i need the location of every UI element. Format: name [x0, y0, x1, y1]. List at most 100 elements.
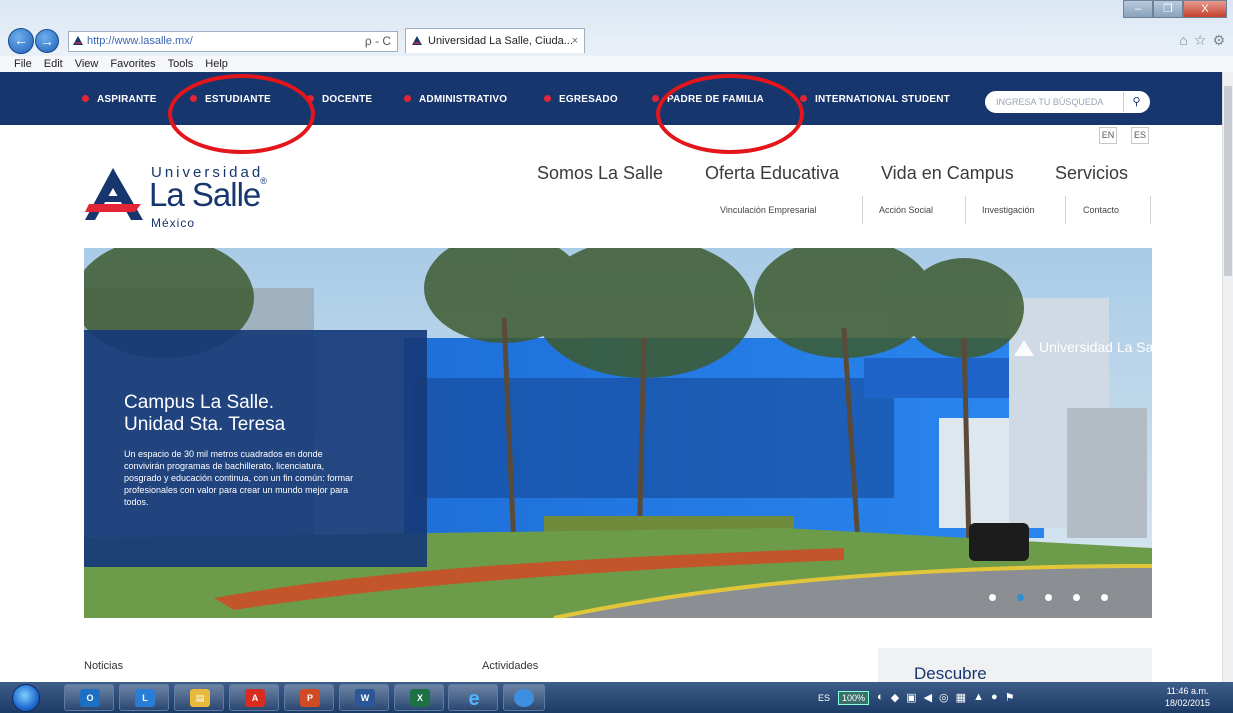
subnav-divider: [965, 196, 966, 224]
antivirus-icon[interactable]: ●: [991, 691, 998, 704]
taskbar-word[interactable]: W: [339, 684, 389, 711]
taskbar-powerpoint[interactable]: P: [284, 684, 334, 711]
bullet-icon: [190, 95, 197, 102]
acrobat-icon: A: [245, 689, 265, 707]
bullet-icon: [544, 95, 551, 102]
nav-padre-de-familia[interactable]: PADRE DE FAMILIA: [652, 94, 764, 105]
search-icon[interactable]: ⚲: [1123, 92, 1149, 112]
lasalle-logo-icon: [85, 168, 143, 220]
taskbar-acrobat[interactable]: A: [229, 684, 279, 711]
lasalle-logo[interactable]: Universidad La Salle® México: [85, 160, 290, 235]
nav-aspirante[interactable]: ASPIRANTE: [82, 94, 157, 105]
site-search-input[interactable]: INGRESA TU BÚSQUEDA ⚲: [985, 91, 1150, 113]
slider-dot[interactable]: [1017, 594, 1024, 601]
maximize-button[interactable]: ❐: [1153, 0, 1183, 18]
mainnav-vida-en-campus[interactable]: Vida en Campus: [881, 163, 1014, 184]
subnav-divider: [1065, 196, 1066, 224]
menu-file[interactable]: File: [14, 56, 32, 72]
shield-icon[interactable]: ◆: [891, 691, 899, 704]
mainnav-somos-la-salle[interactable]: Somos La Salle: [537, 163, 663, 184]
lasalle-favicon-icon: [412, 36, 422, 45]
scrollbar-thumb[interactable]: [1224, 86, 1232, 276]
menu-view[interactable]: View: [75, 56, 99, 72]
slider-dot[interactable]: [989, 594, 996, 601]
slider-dot[interactable]: [1073, 594, 1080, 601]
mainnav-oferta-educativa[interactable]: Oferta Educativa: [705, 163, 839, 184]
tab-title: Universidad La Salle, Ciuda...: [428, 35, 573, 47]
subnav-contacto[interactable]: Contacto: [1083, 196, 1119, 224]
section-actividades-title: Actividades: [482, 660, 539, 672]
nav-administrativo[interactable]: ADMINISTRATIVO: [404, 94, 507, 105]
display-icon[interactable]: ▦: [956, 691, 966, 704]
nav-estudiante[interactable]: ESTUDIANTE: [190, 94, 271, 105]
hero-slider[interactable]: Universidad La Salle Campus La Salle. Un…: [84, 248, 1152, 618]
menu-tools[interactable]: Tools: [168, 56, 194, 72]
bullet-icon: [652, 95, 659, 102]
gear-icon[interactable]: ⚙: [1212, 32, 1225, 49]
menu-help[interactable]: Help: [205, 56, 228, 72]
input-language[interactable]: ES: [818, 693, 830, 703]
menu-bar: File Edit View Favorites Tools Help: [0, 56, 1233, 72]
arrow-left-icon: ←: [14, 32, 28, 48]
forward-button[interactable]: →: [35, 29, 59, 53]
sync-icon[interactable]: ◎: [939, 691, 949, 704]
close-button[interactable]: X: [1183, 0, 1227, 18]
page-scrollbar[interactable]: [1222, 72, 1233, 682]
excel-icon: X: [410, 689, 430, 707]
menu-edit[interactable]: Edit: [44, 56, 63, 72]
bullet-icon: [404, 95, 411, 102]
internet-explorer-icon: e: [468, 688, 480, 710]
system-clock[interactable]: 11:46 a.m. 18/02/2015: [1165, 685, 1210, 709]
subnav-accion-social[interactable]: Acción Social: [879, 196, 933, 224]
tab-close-icon[interactable]: ×: [572, 29, 578, 53]
start-button[interactable]: [12, 684, 40, 712]
slider-dot[interactable]: [1045, 594, 1052, 601]
flag-icon[interactable]: ⚑: [1005, 691, 1015, 704]
volume-icon[interactable]: ◀: [924, 691, 932, 704]
search-refresh-icon[interactable]: ρ - C: [365, 32, 391, 51]
taskbar-explorer[interactable]: ▤: [174, 684, 224, 711]
taskbar-lync[interactable]: L: [119, 684, 169, 711]
slider-dot[interactable]: [1101, 594, 1108, 601]
windows-taskbar: O L ▤ A P W X e ES 100% ◐ ◆ ▣ ◀ ◎ ▦ ▲ ● ⚑ 11:4…: [0, 682, 1233, 713]
nav-international-student[interactable]: INTERNATIONAL STUDENT: [800, 94, 950, 105]
lang-en-button[interactable]: EN: [1099, 127, 1117, 144]
home-icon[interactable]: ⌂: [1179, 32, 1187, 49]
signal-icon[interactable]: ▲: [973, 691, 984, 704]
hero-description: Un espacio de 30 mil metros cuadrados en…: [124, 449, 354, 507]
menu-favorites[interactable]: Favorites: [110, 56, 155, 72]
nav-egresado[interactable]: EGRESADO: [544, 94, 618, 105]
discover-title: Descubre: [914, 664, 987, 683]
tray-icons: ◐ ◆ ▣ ◀ ◎ ▦ ▲ ● ⚑: [877, 691, 1014, 704]
word-icon: W: [355, 689, 375, 707]
zoom-level[interactable]: 100%: [838, 690, 870, 705]
bullet-icon: [800, 95, 807, 102]
window-controls: – ❐ X: [1123, 0, 1227, 18]
back-button[interactable]: ←: [8, 28, 34, 54]
taskbar-internet-explorer[interactable]: e: [448, 684, 498, 711]
network-icon[interactable]: ◐: [877, 691, 884, 704]
nav-docente[interactable]: DOCENTE: [307, 94, 372, 105]
media-player-icon: [514, 689, 534, 707]
favorites-star-icon[interactable]: ☆: [1194, 32, 1207, 49]
taskbar-media-player[interactable]: [503, 684, 545, 711]
subnav-vinculacion[interactable]: Vinculación Empresarial: [720, 196, 816, 224]
taskbar-excel[interactable]: X: [394, 684, 444, 711]
bullet-icon: [82, 95, 89, 102]
logo-line-lasalle: La Salle®: [149, 176, 267, 213]
monitor-icon[interactable]: ▣: [906, 691, 916, 704]
section-noticias-title: Noticias: [84, 660, 124, 672]
taskbar-outlook[interactable]: O: [64, 684, 114, 711]
subnav-divider: [862, 196, 863, 224]
address-bar[interactable]: http://www.lasalle.mx/ ρ - C: [68, 31, 398, 52]
bullet-icon: [307, 95, 314, 102]
mainnav-servicios[interactable]: Servicios: [1055, 163, 1128, 184]
url-text: http://www.lasalle.mx/: [87, 35, 193, 47]
lync-icon: L: [135, 689, 155, 707]
browser-tab[interactable]: Universidad La Salle, Ciuda... ×: [405, 28, 585, 53]
lang-es-button[interactable]: ES: [1131, 127, 1149, 144]
minimize-button[interactable]: –: [1123, 0, 1153, 18]
subnav-divider: [1150, 196, 1151, 224]
subnav-investigacion[interactable]: Investigación: [982, 196, 1035, 224]
explorer-icon: ▤: [190, 689, 210, 707]
